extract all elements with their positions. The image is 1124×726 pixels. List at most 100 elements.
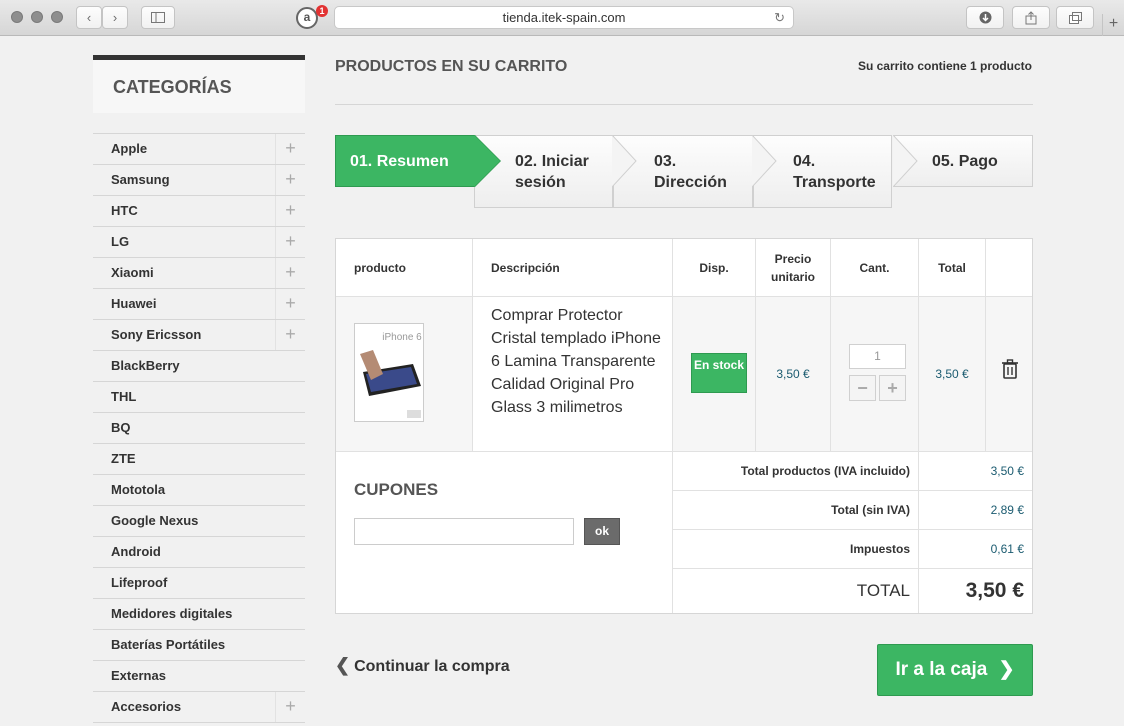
sidebar-item-lifeproof[interactable]: Lifeproof bbox=[93, 568, 305, 599]
plus-icon: + bbox=[1108, 15, 1119, 32]
sidebar-item-thl[interactable]: THL bbox=[93, 382, 305, 413]
download-icon bbox=[979, 11, 991, 24]
quantity-decrease-button[interactable]: − bbox=[849, 375, 876, 401]
new-tab-button[interactable]: + bbox=[1102, 14, 1124, 36]
sidebar-item-zte[interactable]: ZTE bbox=[93, 444, 305, 475]
sidebar-item-label: ZTE bbox=[111, 451, 136, 466]
expand-plus-icon[interactable]: + bbox=[275, 134, 305, 164]
continue-shopping-link[interactable]: ❮ Continuar la compra bbox=[335, 655, 510, 676]
header-quantity: Cant. bbox=[831, 239, 919, 297]
browser-toolbar: ‹ › a 1 tienda.itek-spain.com ↻ + bbox=[0, 0, 1124, 36]
sidebar-item-google-nexus[interactable]: Google Nexus bbox=[93, 506, 305, 537]
chevron-left-icon: ❮ bbox=[335, 655, 351, 675]
downloads-button[interactable] bbox=[966, 6, 1004, 29]
back-button[interactable]: ‹ bbox=[76, 6, 102, 29]
sidebar-item-label: Xiaomi bbox=[111, 265, 154, 280]
checkout-button[interactable]: Ir a la caja ❯ bbox=[877, 644, 1033, 696]
sidebar-item-xiaomi[interactable]: Xiaomi + bbox=[93, 258, 305, 289]
coupon-input[interactable] bbox=[354, 518, 574, 545]
sidebar-item-label: THL bbox=[111, 389, 137, 404]
sidebar-item-htc[interactable]: HTC + bbox=[93, 196, 305, 227]
availability-cell: En stock bbox=[673, 297, 756, 452]
quantity-increase-button[interactable]: + bbox=[879, 375, 906, 401]
sidebar-toggle-button[interactable] bbox=[141, 6, 175, 29]
step-arrow-icon bbox=[612, 135, 637, 187]
step-arrow-icon bbox=[893, 135, 918, 187]
step-label: 01. Resumen bbox=[350, 153, 449, 170]
step-label: 04. Transporte bbox=[793, 153, 876, 191]
sidebar-item-blackberry[interactable]: BlackBerry bbox=[93, 351, 305, 382]
sidebar-item-label: Samsung bbox=[111, 172, 170, 187]
expand-plus-icon[interactable]: + bbox=[275, 227, 305, 257]
coupon-ok-button[interactable]: ok bbox=[584, 518, 620, 545]
expand-plus-icon[interactable]: + bbox=[275, 692, 305, 722]
sidebar-item-mototola[interactable]: Mototola bbox=[93, 475, 305, 506]
sidebar-item-bater-as-port-tiles[interactable]: Baterías Portátiles bbox=[93, 630, 305, 661]
sidebar-item-lg[interactable]: LG + bbox=[93, 227, 305, 258]
expand-plus-icon[interactable]: + bbox=[275, 320, 305, 350]
chevron-left-icon: ‹ bbox=[86, 10, 92, 25]
sidebar-item-medidores-digitales[interactable]: Medidores digitales bbox=[93, 599, 305, 630]
grand-total-value: 3,50 € bbox=[965, 579, 1024, 602]
sidebar-item-samsung[interactable]: Samsung + bbox=[93, 165, 305, 196]
tabs-overview-button[interactable] bbox=[1056, 6, 1094, 29]
sidebar-item-externas[interactable]: Externas bbox=[93, 661, 305, 692]
address-bar[interactable]: tienda.itek-spain.com ↻ bbox=[334, 6, 794, 29]
sidebar-item-label: HTC bbox=[111, 203, 138, 218]
sidebar-item-sony-ericsson[interactable]: Sony Ericsson + bbox=[93, 320, 305, 351]
sidebar-item-label: Medidores digitales bbox=[111, 606, 233, 621]
step-label: 05. Pago bbox=[932, 153, 998, 170]
checkout-label: Ir a la caja bbox=[895, 659, 988, 680]
sidebar-item-label: Sony Ericsson bbox=[111, 327, 202, 342]
header-description: Descripción bbox=[473, 239, 673, 297]
minus-icon: − bbox=[857, 378, 868, 398]
expand-plus-icon[interactable]: + bbox=[275, 258, 305, 288]
sidebar-item-apple[interactable]: Apple + bbox=[93, 134, 305, 165]
checkout-steps: 05. Pago 04. Transporte 03. Dirección 02… bbox=[335, 135, 1033, 208]
product-description[interactable]: Comprar Protector Cristal templado iPhon… bbox=[473, 297, 673, 452]
categories-sidebar: CATEGORÍAS Apple + Samsung + HTC + LG + Xiaomi + H… bbox=[93, 55, 305, 723]
quantity-cell: 1 − + bbox=[831, 297, 919, 452]
coupons-title: CUPONES bbox=[354, 480, 439, 499]
phone-image-icon: iPhone 6 bbox=[355, 324, 423, 421]
tabs-icon bbox=[1068, 11, 1082, 24]
chevron-right-icon: › bbox=[112, 10, 118, 25]
expand-plus-icon[interactable]: + bbox=[275, 289, 305, 319]
step-label: 03. Dirección bbox=[654, 153, 727, 191]
share-icon bbox=[1025, 10, 1037, 24]
expand-plus-icon[interactable]: + bbox=[275, 196, 305, 226]
plus-icon: + bbox=[887, 378, 898, 398]
sidebar-item-label: Externas bbox=[111, 668, 166, 683]
sidebar-item-android[interactable]: Android bbox=[93, 537, 305, 568]
header-total: Total bbox=[919, 239, 986, 297]
sidebar-item-accesorios[interactable]: Accesorios + bbox=[93, 692, 305, 723]
image-caption: iPhone 6 bbox=[382, 332, 422, 343]
share-button[interactable] bbox=[1012, 6, 1050, 29]
sidebar-item-huawei[interactable]: Huawei + bbox=[93, 289, 305, 320]
cart-summary: Su carrito contiene 1 producto bbox=[857, 59, 1032, 73]
reload-icon[interactable]: ↻ bbox=[774, 7, 785, 28]
trash-icon[interactable] bbox=[1001, 359, 1019, 379]
chevron-right-icon: ❯ bbox=[998, 659, 1015, 680]
quantity-input[interactable]: 1 bbox=[849, 344, 906, 369]
header-unit-price: Precio unitario bbox=[756, 239, 831, 297]
sidebar-item-label: Lifeproof bbox=[111, 575, 168, 590]
minimize-window-button[interactable] bbox=[31, 11, 43, 23]
divider bbox=[335, 104, 1033, 105]
product-image[interactable]: iPhone 6 bbox=[354, 323, 424, 422]
page-title: PRODUCTOS EN SU CARRITO bbox=[335, 58, 568, 75]
zoom-window-button[interactable] bbox=[51, 11, 63, 23]
forward-button[interactable]: › bbox=[102, 6, 128, 29]
categories-title: CATEGORÍAS bbox=[93, 55, 305, 113]
close-window-button[interactable] bbox=[11, 11, 23, 23]
sidebar-item-label: LG bbox=[111, 234, 130, 249]
summary-label: Total (sin IVA) bbox=[673, 491, 919, 530]
extension-icon[interactable]: a bbox=[296, 7, 318, 29]
cart-table: producto Descripción Disp. Precio unitar… bbox=[335, 238, 1033, 614]
step-resumen[interactable]: 01. Resumen bbox=[335, 135, 475, 187]
category-list: Apple + Samsung + HTC + LG + Xiaomi + Huawei + Sony … bbox=[93, 133, 305, 723]
sidebar-item-bq[interactable]: BQ bbox=[93, 413, 305, 444]
expand-plus-icon[interactable]: + bbox=[275, 165, 305, 195]
summary-label: Total productos (IVA incluido) bbox=[673, 452, 919, 491]
sidebar-item-label: Accesorios bbox=[111, 699, 182, 714]
